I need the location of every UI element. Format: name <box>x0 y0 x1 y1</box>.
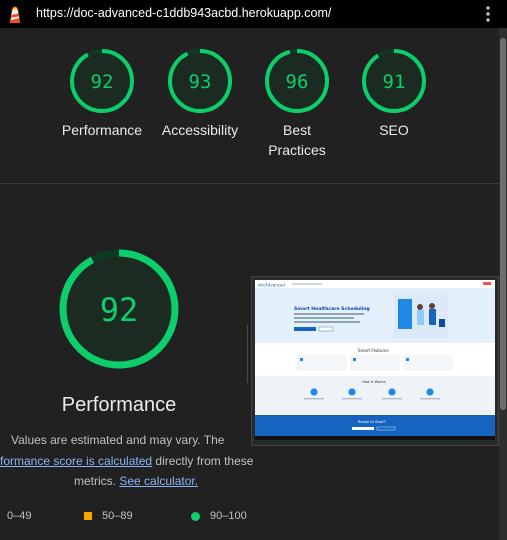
lighthouse-icon <box>7 4 23 24</box>
browser-bar: https://doc-advanced-c1ddb943acbd.heroku… <box>0 0 507 28</box>
gauge-score: 96 <box>286 71 309 93</box>
url-text[interactable]: https://doc-advanced-c1ddb943acbd.heroku… <box>36 6 331 20</box>
gauge-ring: 91 <box>362 49 426 113</box>
thumb-features-title: Smart Features <box>358 348 389 353</box>
performance-title: Performance <box>61 394 177 416</box>
note-line: metrics. See calculator. <box>74 474 336 488</box>
score-summary: 92 Performance 93 Accessibility 96 Best … <box>0 28 499 183</box>
gauge-label: Performance <box>61 122 143 138</box>
legend-label: 0–49 <box>7 510 32 522</box>
gauge-ring: 96 <box>265 49 329 113</box>
gauge-best-practices[interactable]: 96 Best Practices <box>252 48 342 160</box>
thumb-how-title: How it Works <box>362 380 386 384</box>
gauge-performance[interactable]: 92 Performance <box>57 48 147 140</box>
thumb-cta-title: Ready to Start? <box>358 420 386 424</box>
performance-score: 92 <box>100 291 139 329</box>
gauge-score: 91 <box>383 71 406 93</box>
gauge-score: 92 <box>91 71 114 93</box>
legend-pass: 90–100 <box>191 510 247 522</box>
legend-fail: 0–49 <box>7 510 31 522</box>
legend-label: 50–89 <box>102 510 133 522</box>
scrollbar-thumb[interactable] <box>500 38 506 410</box>
final-screenshot[interactable]: docAdvanced Smart Healthcare Scheduling … <box>251 276 499 446</box>
note-line: Values are estimated and may vary. The <box>11 433 225 447</box>
gauge-ring: 92 <box>70 49 134 113</box>
section-divider <box>0 183 499 184</box>
gauge-seo[interactable]: 91 SEO <box>349 48 439 140</box>
legend-label: 90–100 <box>210 510 247 522</box>
legend-average: 50–89 <box>84 510 133 522</box>
thumb-hero-title: Smart Healthcare Scheduling <box>294 306 370 312</box>
gauge-ring: 93 <box>168 49 232 113</box>
more-vert-icon[interactable] <box>481 4 495 24</box>
gauge-score: 93 <box>189 71 212 93</box>
note-text: directly from these <box>152 454 254 468</box>
gauge-label: Accessibility <box>161 122 239 138</box>
gauge-label: SEO <box>379 122 409 138</box>
gauge-accessibility[interactable]: 93 Accessibility <box>155 48 245 140</box>
circle-icon <box>191 511 200 521</box>
note-line: formance score is calculated directly fr… <box>0 454 262 468</box>
note-text: metrics. <box>74 474 120 488</box>
square-icon <box>84 512 92 520</box>
gauge-ring: 92 <box>59 249 179 369</box>
vertical-separator <box>247 325 248 383</box>
gauge-label: Best Practices <box>268 122 326 158</box>
performance-gauge-large: 92 <box>58 248 180 370</box>
thumb-brand: docAdvanced <box>258 283 285 288</box>
see-calculator-link[interactable]: See calculator. <box>119 474 198 488</box>
score-calculated-link[interactable]: formance score is calculated <box>0 454 152 468</box>
